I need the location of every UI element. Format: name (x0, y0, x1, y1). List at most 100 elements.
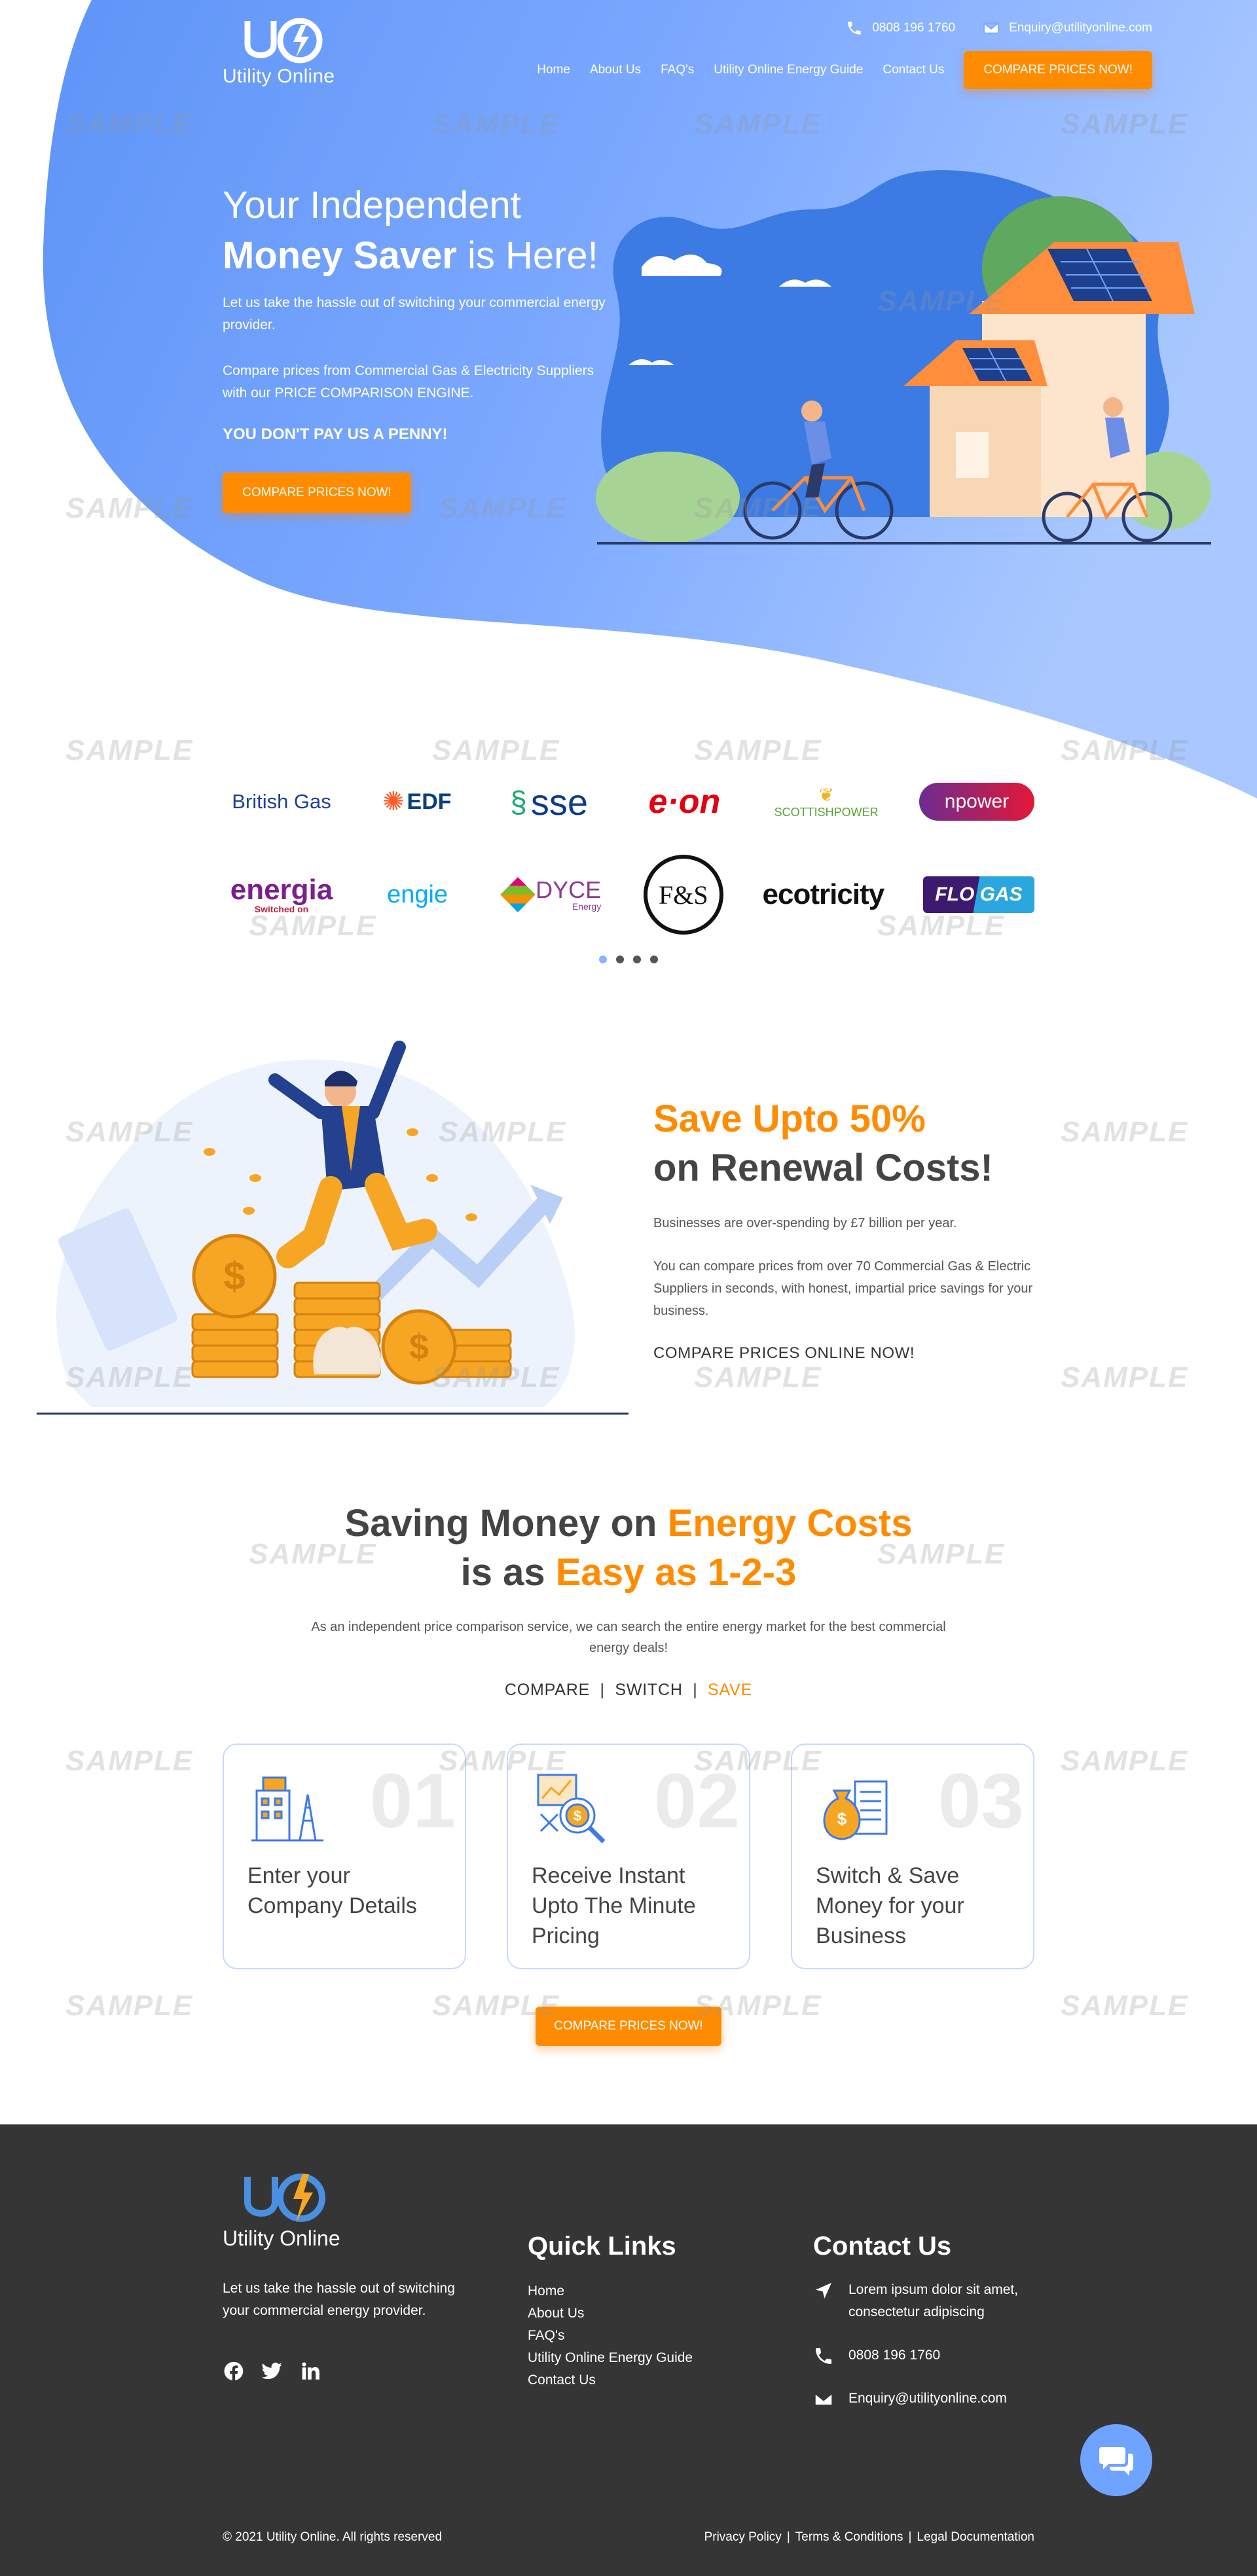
supplier-logo-label: e·on (648, 783, 721, 821)
watermark: SAMPLE (65, 1990, 194, 2022)
save-title-rest: on Renewal Costs! (653, 1147, 993, 1190)
footer-phone[interactable]: 0808 196 1760 (813, 2344, 940, 2367)
tagline-switch: SWITCH (615, 1681, 683, 1699)
step-number: 03 (938, 1758, 1024, 1844)
footer-logo[interactable]: Utility Online (223, 2169, 340, 2251)
topbar-email[interactable]: Enquiry@utilityonline.com (983, 20, 1152, 37)
legal-documentation-link[interactable]: Legal Documentation (917, 2530, 1034, 2545)
footer-phone-text: 0808 196 1760 (848, 2348, 941, 2363)
price-analysis-icon: $ (537, 1774, 606, 1844)
nav-about-us[interactable]: About Us (590, 63, 641, 77)
logo-mark-icon (244, 2174, 325, 2223)
supplier-logo-eon[interactable]: e·on (635, 782, 733, 821)
svg-text:$: $ (409, 1327, 429, 1367)
nav-energy-guide[interactable]: Utility Online Energy Guide (714, 63, 863, 77)
chat-bubble-icon (1099, 2447, 1133, 2476)
hero-paragraph-1: Let us take the hassle out of switching … (223, 295, 606, 332)
dyce-diamond-icon (500, 877, 536, 912)
steps-title-a-highlight: Energy Costs (667, 1502, 913, 1545)
steps-tagline: COMPARE | SWITCH | SAVE (0, 1681, 1257, 1700)
savings-jumping-man-illustration: $ $ (37, 1041, 628, 1415)
supplier-logo-sse[interactable]: § sse (494, 781, 605, 823)
supplier-logo-edf[interactable]: ✺ EDF (371, 787, 463, 817)
step-card-2: 02 $ Receive Instant Upto The Minute Pri… (507, 1744, 750, 1969)
supplier-logo-label: FLO GAS (935, 884, 1023, 905)
footer-link-contact-us[interactable]: Contact Us (528, 2369, 693, 2391)
linkedin-icon[interactable] (299, 2360, 321, 2382)
hero-compare-prices-button[interactable]: COMPARE PRICES NOW! (223, 473, 411, 513)
footer-email[interactable]: Enquiry@utilityonline.com (813, 2388, 1007, 2410)
carousel-dot-2[interactable] (616, 956, 624, 963)
carousel-dot-4[interactable] (650, 956, 658, 963)
step-text: Receive Instant Upto The Minute Pricing (532, 1863, 696, 1948)
supplier-logo-engie[interactable]: engie (372, 881, 464, 909)
supplier-logo-british-gas[interactable]: British Gas (223, 790, 340, 814)
supplier-logo-label: npower (944, 791, 1010, 812)
main-nav: Home About Us FAQ's Utility Online Energ… (537, 51, 1152, 89)
terms-conditions-link[interactable]: Terms & Conditions (795, 2530, 903, 2545)
facebook-icon[interactable] (223, 2360, 245, 2382)
legal-separator: | (908, 2530, 912, 2544)
supplier-logo-fs[interactable]: F&S (643, 855, 723, 935)
supplier-logo-label: SCOTTISHPOWER (774, 806, 879, 819)
steps-title-b-highlight: Easy as 1-2-3 (555, 1551, 797, 1594)
supplier-logo-label: F&S (658, 880, 708, 910)
save-title-highlight: Save Upto 50% (653, 1098, 926, 1140)
hero-house-cyclists-illustration (596, 170, 1211, 545)
building-icon (251, 1776, 323, 1842)
footer-contact-heading: Contact Us (813, 2232, 952, 2261)
carousel-dot-3[interactable] (633, 956, 641, 963)
supplier-logo-npower[interactable]: npower (919, 783, 1034, 821)
footer-description: Let us take the hassle out of switching … (223, 2281, 455, 2318)
svg-text:$: $ (837, 1809, 847, 1829)
step-card-3: 03 $ Switch & Save Money for your Busine… (791, 1744, 1034, 1969)
save-section-title: Save Upto 50% on Renewal Costs! (653, 1094, 993, 1193)
money-bag-icon: $ (823, 1780, 888, 1840)
steps-compare-prices-button[interactable]: COMPARE PRICES NOW! (536, 2007, 721, 2046)
supplier-logo-energia[interactable]: energia Switched on (223, 876, 340, 914)
site-logo[interactable]: Utility Online (223, 14, 340, 88)
phone-icon (816, 2348, 831, 2364)
watermark: SAMPLE (1061, 1990, 1189, 2022)
nav-faqs[interactable]: FAQ's (661, 63, 694, 77)
scottishpower-flame-icon: ❦ (818, 785, 834, 805)
nav-home[interactable]: Home (537, 63, 570, 77)
footer-link-faqs[interactable]: FAQ's (528, 2325, 693, 2347)
supplier-logo-label: ecotricity (762, 878, 885, 910)
nav-compare-prices-button[interactable]: COMPARE PRICES NOW! (964, 51, 1152, 89)
footer-link-energy-guide[interactable]: Utility Online Energy Guide (528, 2347, 693, 2369)
hero-title-line1: Your Independent (223, 184, 521, 226)
hero-no-fee-text: YOU DON'T PAY US A PENNY! (223, 425, 448, 443)
footer-link-home[interactable]: Home (528, 2280, 693, 2302)
hero-paragraph-2: Compare prices from Commercial Gas & Ele… (223, 363, 594, 401)
footer-link-about-us[interactable]: About Us (528, 2302, 693, 2325)
steps-title-b: is as (460, 1551, 556, 1594)
top-contact-bar: 0808 196 1760 Enquiry@utilityonline.com (846, 20, 1152, 37)
watermark: SAMPLE (65, 1745, 194, 1777)
watermark: SAMPLE (694, 1361, 822, 1393)
supplier-logo-label: sse (530, 781, 588, 823)
step-text: Switch & Save Money for your Business (816, 1863, 964, 1948)
supplier-logo-ecotricity[interactable]: ecotricity (754, 878, 892, 911)
nav-contact-us[interactable]: Contact Us (883, 63, 944, 77)
topbar-phone[interactable]: 0808 196 1760 (846, 20, 955, 37)
compare-online-link[interactable]: COMPARE PRICES ONLINE NOW! (653, 1344, 915, 1363)
supplier-logo-scottishpower[interactable]: ❦ SCOTTISHPOWER (764, 784, 888, 819)
privacy-policy-link[interactable]: Privacy Policy (704, 2530, 782, 2545)
supplier-logos-row-2: energia Switched on engie DYCE Energy F&S … (223, 855, 1034, 935)
phone-icon (848, 22, 862, 35)
footer-legal-links: Privacy Policy | Terms & Conditions | Le… (704, 2530, 1034, 2545)
location-arrow-icon (816, 2283, 831, 2299)
supplier-logo-dyce[interactable]: DYCE Energy (494, 877, 612, 912)
twitter-icon[interactable] (261, 2360, 283, 2382)
carousel-dot-1[interactable] (599, 956, 607, 963)
chat-widget-button[interactable] (1080, 2424, 1152, 2496)
step-number: 02 (653, 1758, 740, 1844)
mail-icon (983, 22, 999, 34)
steps-subtitle: As an independent price comparison servi… (311, 1620, 946, 1655)
legal-separator: | (786, 2530, 790, 2544)
footer-quick-links: Home About Us FAQ's Utility Online Energ… (528, 2280, 693, 2391)
supplier-logo-flo-gas[interactable]: FLO GAS (922, 876, 1034, 913)
hero-title-bold: Money Saver (223, 234, 457, 277)
supplier-logo-label: EDF (407, 789, 452, 814)
